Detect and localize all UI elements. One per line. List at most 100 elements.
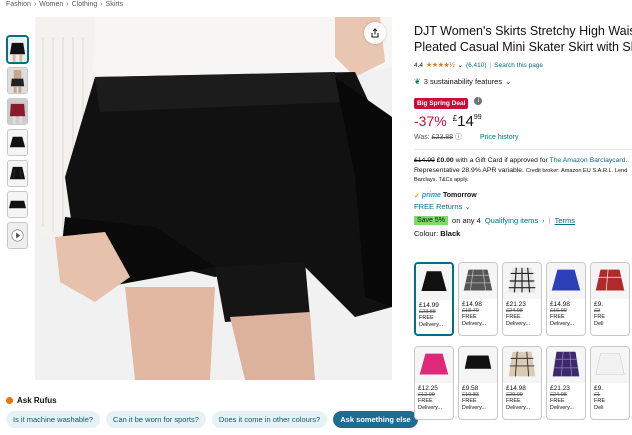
colour-row: Colour: Black	[414, 229, 632, 238]
swatch-image	[503, 347, 541, 383]
thumbnail-4[interactable]	[7, 129, 28, 156]
swatch-delivery: Delivery...	[462, 320, 487, 327]
swatch-purple-plaid[interactable]: £21.23 £24.98 FREE Delivery...	[546, 346, 586, 420]
deal-badge: Big Spring Deal	[414, 98, 469, 109]
rufus-chip[interactable]: Can it be worn for sports?	[106, 411, 206, 428]
swatch-black[interactable]: £14.99 £23.88 FREE Delivery...	[414, 262, 454, 336]
swatch-red-plaid[interactable]: £9. £2 FRE Deli	[590, 262, 630, 336]
breadcrumb-clothing[interactable]: Clothing	[72, 1, 98, 8]
was-price: £23.88	[431, 134, 454, 141]
breadcrumb-separator: ›	[33, 1, 37, 8]
qualifying-items-link[interactable]: Qualifying items	[485, 216, 538, 225]
product-details: DJT Women's Skirts Stretchy High Waist P…	[414, 17, 632, 238]
info-icon[interactable]: ⓘ	[455, 134, 462, 141]
breadcrumb-skirts[interactable]: Skirts	[106, 1, 124, 8]
rufus-suggestions: Is it machine washable? Can it be worn f…	[6, 411, 418, 428]
savings-on-text: on any 4	[452, 215, 481, 225]
ask-rufus-header: Ask Rufus	[6, 396, 57, 405]
chevron-down-icon: ⌄	[505, 77, 512, 86]
star-rating-icon[interactable]: ★★★★½	[426, 61, 455, 69]
swatch-royal-blue[interactable]: £14.98 £16.90 FREE Delivery...	[546, 262, 586, 336]
thumbnail-3[interactable]	[7, 98, 28, 125]
share-button[interactable]	[364, 22, 386, 44]
broker-text-2: Barclays. T&Cs apply.	[414, 177, 469, 183]
rufus-chip[interactable]: Is it machine washable?	[6, 411, 101, 428]
swatch-plaid-black-white[interactable]: £21.23 £24.98 FREE Delivery...	[502, 262, 542, 336]
swatch-price: £9.58	[462, 385, 479, 392]
colour-value: Black	[440, 228, 461, 238]
rufus-chip[interactable]: Does it come in other colours?	[211, 411, 328, 428]
swatch-price: £12.25	[418, 385, 438, 392]
thumbnail-1[interactable]	[7, 36, 28, 63]
swatch-price: £14.98	[506, 385, 526, 392]
swatch-row: £12.25 £12.90 FREE Delivery... £9.58 £10…	[414, 346, 630, 420]
ask-something-else-button[interactable]: Ask something else	[333, 411, 418, 428]
price-fraction: 99	[473, 114, 482, 121]
free-returns-label: FREE Returns	[414, 201, 463, 211]
swatch-price: £14.98	[550, 301, 570, 308]
swatch-pink[interactable]: £12.25 £12.90 FREE Delivery...	[414, 346, 454, 420]
sustainability-features[interactable]: ❦ 3 sustainability features ⌄	[414, 77, 632, 86]
rufus-icon	[6, 397, 13, 404]
swatch-price: £9.	[594, 301, 604, 308]
save-badge: Save 5%	[414, 215, 449, 225]
delivery-day: Tomorrow	[442, 192, 477, 199]
swatch-delivery: Deli	[594, 404, 604, 411]
rating-value: 4.4	[414, 61, 424, 69]
thumbnail-6[interactable]	[7, 191, 28, 218]
product-title: DJT Women's Skirts Stretchy High Waist P…	[414, 24, 632, 54]
swatch-price: £21.23	[506, 301, 526, 308]
separator: |	[489, 61, 492, 69]
swatch-beige-plaid[interactable]: £14.98 £20.99 FREE Delivery...	[502, 346, 542, 420]
search-this-page-link[interactable]: Search this page	[494, 62, 543, 69]
was-price-row: Was: £23.88 ⓘ Price history	[414, 132, 632, 142]
rating-count-link[interactable]: (6,410)	[466, 62, 487, 69]
apr-text: Representative 28.9% APR variable.	[414, 166, 524, 174]
ask-rufus-title: Ask Rufus	[17, 396, 57, 405]
swatch-image	[547, 347, 585, 383]
broker-text: Credit broker: Amazon EU S.A.R.L. Lend	[525, 167, 628, 174]
rating-row: 4.4 ★★★★½ ⌄ (6,410) | Search this page	[414, 61, 632, 70]
barclaycard-link[interactable]: The Amazon Barclaycard.	[550, 157, 628, 164]
prime-logo: prime	[421, 192, 441, 199]
swatch-image	[547, 263, 585, 299]
chevron-down-icon[interactable]: ⌄	[458, 61, 463, 69]
prime-delivery: ✓ prime Tomorrow	[414, 192, 632, 200]
swatch-image	[459, 263, 497, 299]
prime-check-icon: ✓	[414, 192, 420, 200]
thumbnail-5[interactable]	[7, 160, 28, 187]
breadcrumb-separator: ›	[100, 1, 103, 8]
colour-label: Colour:	[414, 228, 439, 238]
breadcrumb-separator: ›	[66, 1, 69, 8]
breadcrumb-fashion[interactable]: Fashion	[6, 1, 31, 8]
swatch-delivery: Delivery...	[462, 404, 487, 411]
leaf-icon: ❦	[414, 77, 421, 86]
gift-text: with a Gift Card if approved for	[455, 157, 548, 164]
swatch-image	[503, 263, 541, 299]
breadcrumb: Fashion › Women › Clothing › Skirts	[6, 1, 123, 8]
swatch-image	[591, 347, 629, 383]
savings-row: Save 5% on any 4 Qualifying items › | Te…	[414, 215, 632, 225]
price-history-link[interactable]: Price history	[480, 134, 519, 141]
breadcrumb-women[interactable]: Women	[39, 1, 63, 8]
swatch-black-2[interactable]: £9.58 £10.83 FREE Delivery...	[458, 346, 498, 420]
chevron-right-icon: ›	[542, 215, 545, 225]
chevron-down-icon: ⌄	[464, 201, 471, 211]
main-product-image[interactable]	[35, 17, 392, 380]
free-returns-link[interactable]: FREE Returns ⌄	[414, 202, 632, 211]
swatch-delivery: Deli	[594, 320, 604, 327]
info-icon[interactable]: i	[474, 96, 483, 105]
swatch-row: £14.99 £23.88 FREE Delivery... £14.98 £1…	[414, 262, 630, 336]
thumbnail-video[interactable]	[7, 222, 28, 249]
swatch-image	[459, 347, 497, 383]
terms-link[interactable]: Terms	[555, 216, 575, 225]
thumbnail-2[interactable]	[7, 67, 28, 94]
price-row: -37% £ 14 99	[414, 113, 632, 130]
swatch-plaid-grey[interactable]: £14.98 £18.70 FREE Delivery...	[458, 262, 498, 336]
thumbnail-strip	[7, 36, 29, 253]
swatch-image	[416, 264, 452, 300]
swatch-price: £21.23	[550, 385, 570, 392]
swatch-price: £14.98	[462, 301, 482, 308]
swatch-white[interactable]: £9. £1 FRE Deli	[590, 346, 630, 420]
swatch-price: £14.99	[419, 302, 439, 309]
